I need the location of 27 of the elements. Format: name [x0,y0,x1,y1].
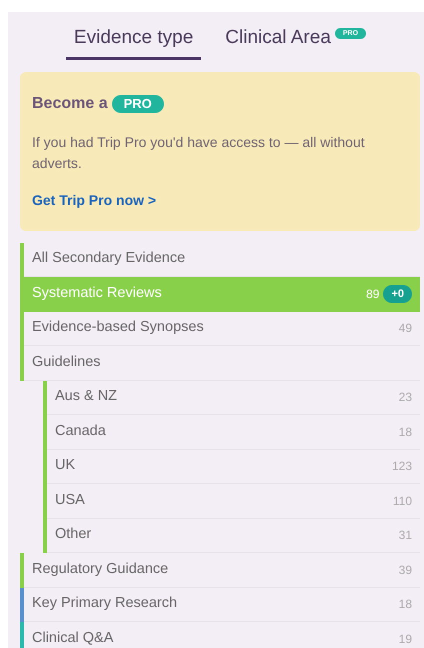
list-item[interactable]: Canada 18 [47,415,420,450]
count: 18 [398,596,412,614]
count: 23 [398,389,412,406]
list-item[interactable]: Regulatory Guidance 39 [24,553,420,588]
count: 123 [392,458,412,476]
count: 18 [398,424,412,441]
list-item[interactable]: UK 123 [47,450,420,484]
count: 31 [398,527,412,544]
count: 19 [398,630,412,648]
list-item[interactable]: Aus & NZ 23 [47,380,420,415]
list-item[interactable]: Systematic Reviews 89 +0 [24,277,420,312]
list-item[interactable]: Evidence-based Synopses 49 [24,312,420,346]
get-pro-link[interactable]: Get Trip Pro now > [32,190,408,210]
list-item[interactable]: Clinical Q&A 19 [24,622,420,648]
list-item[interactable]: Guidelines [24,346,420,380]
tab[interactable]: Evidence type [66,24,202,60]
list-item[interactable]: Other 31 [47,518,420,553]
count: 89 [366,286,380,303]
promo-text: If you had Trip Pro you'd have access to — all without adverts. [32,132,366,172]
count: 49 [398,320,412,338]
count: 110 [392,492,412,510]
count: 39 [398,562,412,579]
pro-badge: PRO [112,94,164,112]
new-badge: +0 [383,284,412,303]
list-item[interactable]: Key Primary Research 18 [24,588,420,622]
list-item[interactable]: USA 110 [47,484,420,518]
promo-title: Become a [32,94,108,114]
